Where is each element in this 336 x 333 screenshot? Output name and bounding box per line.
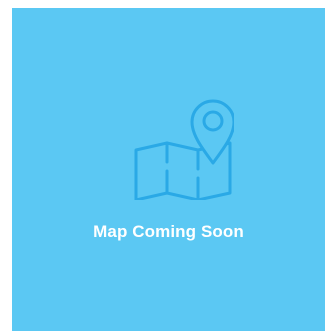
page-frame: Map Coming Soon (0, 0, 336, 333)
map-location-pin-icon (132, 94, 234, 200)
map-placeholder-card: Map Coming Soon (12, 8, 325, 331)
coming-soon-message: Map Coming Soon (93, 222, 244, 241)
